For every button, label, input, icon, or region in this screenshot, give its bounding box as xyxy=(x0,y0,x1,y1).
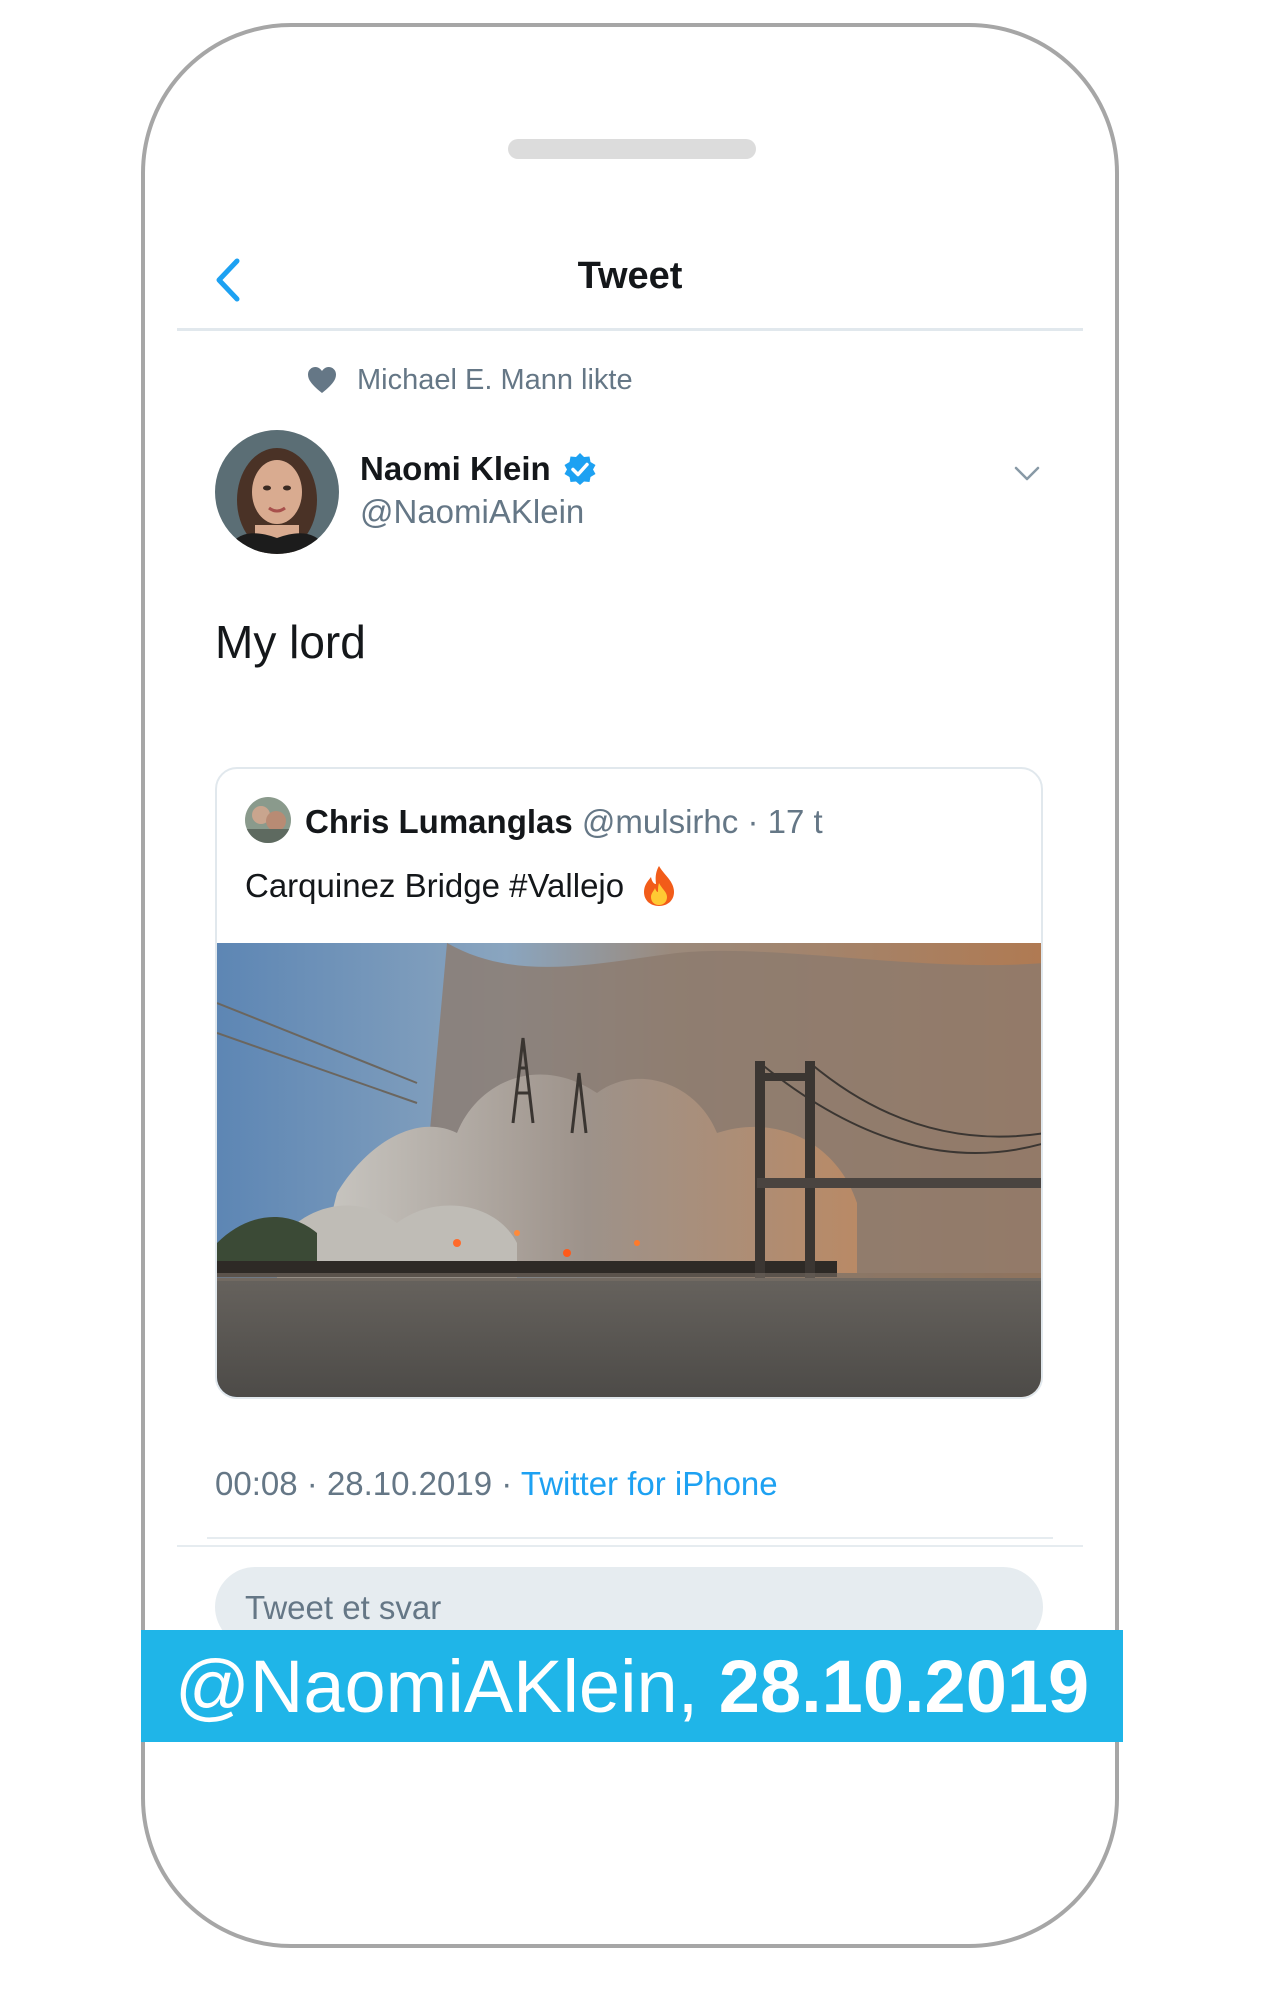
nav-bar: Tweet xyxy=(177,225,1083,331)
meta-separator-1: · xyxy=(306,1465,318,1502)
divider xyxy=(207,1537,1053,1539)
quoted-separator: · xyxy=(747,803,759,840)
chevron-down-icon[interactable] xyxy=(1013,463,1041,483)
author-name[interactable]: Naomi Klein xyxy=(360,450,597,488)
quoted-tweet-text: Carquinez Bridge #Vallejo xyxy=(245,865,676,907)
quoted-tweet-header: Chris Lumanglas @mulsirhc · 17 t xyxy=(305,803,823,841)
quoted-avatar xyxy=(245,797,291,843)
author-handle[interactable]: @NaomiAKlein xyxy=(360,493,584,531)
bridge-fire-photo[interactable] xyxy=(217,943,1043,1399)
tweet-date: 28.10.2019 xyxy=(326,1465,493,1502)
tweet-screen: Tweet Michael E. Mann likte Naomi Klein … xyxy=(177,225,1083,1630)
caption-banner: @NaomiAKlein, 28.10.2019 xyxy=(141,1630,1123,1742)
caption-handle: @NaomiAKlein, xyxy=(174,1644,699,1728)
divider xyxy=(177,1545,1083,1547)
caption-date: 28.10.2019 xyxy=(718,1644,1090,1728)
tweet-time: 00:08 xyxy=(215,1465,298,1502)
quoted-author-name: Chris Lumanglas xyxy=(305,803,573,840)
tweet-source-link[interactable]: Twitter for iPhone xyxy=(521,1465,778,1502)
quoted-author-handle: @mulsirhc xyxy=(581,803,739,840)
author-name-text: Naomi Klein xyxy=(360,450,551,487)
page-title: Tweet xyxy=(577,255,683,297)
quoted-avatar-image xyxy=(245,797,291,843)
liked-by-text: Michael E. Mann likte xyxy=(357,363,633,396)
avatar[interactable] xyxy=(215,430,339,554)
reply-input[interactable]: Tweet et svar xyxy=(215,1567,1043,1630)
verified-badge-icon xyxy=(564,453,596,485)
quoted-tweet-card[interactable]: Chris Lumanglas @mulsirhc · 17 t Carquin… xyxy=(215,767,1043,1399)
fire-icon xyxy=(644,866,675,906)
caption-text: @NaomiAKlein, 28.10.2019 xyxy=(175,1644,1089,1729)
quoted-age: 17 t xyxy=(767,803,823,840)
phone-speaker xyxy=(508,139,756,159)
tweet-text: My lord xyxy=(215,616,366,668)
tweet-meta: 00:08 · 28.10.2019 · Twitter for iPhone xyxy=(215,1465,778,1503)
quoted-tweet-text-content: Carquinez Bridge #Vallejo xyxy=(245,867,625,904)
heart-icon xyxy=(308,367,336,393)
avatar-image xyxy=(215,430,339,554)
social-context: Michael E. Mann likte xyxy=(307,360,633,400)
reply-placeholder: Tweet et svar xyxy=(245,1589,442,1626)
meta-separator-2: · xyxy=(501,1465,513,1502)
